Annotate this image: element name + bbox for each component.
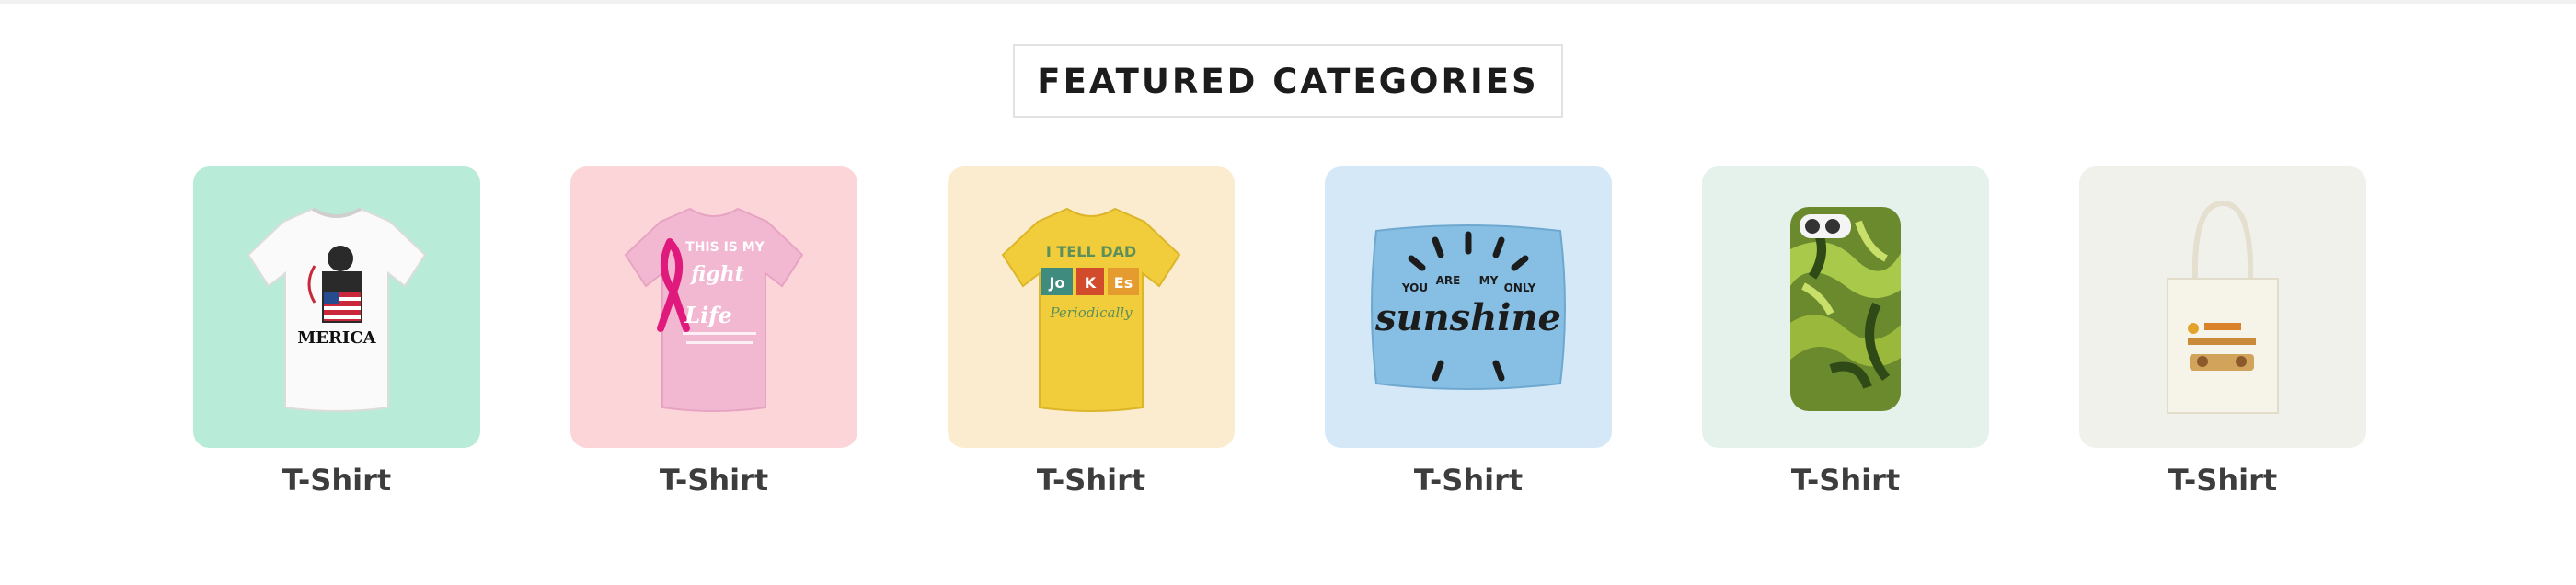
category-label-1: T-Shirt xyxy=(282,463,392,498)
category-image-1[interactable]: MERICA xyxy=(193,166,480,448)
category-image-5[interactable] xyxy=(1702,166,1989,448)
category-card-4[interactable]: YOU ARE MY ONLY sunshine T-Shirt xyxy=(1325,166,1612,498)
category-label-3: T-Shirt xyxy=(1036,463,1146,498)
svg-text:K: K xyxy=(1085,274,1097,292)
svg-text:MY: MY xyxy=(1479,274,1499,287)
category-image-6[interactable] xyxy=(2079,166,2366,448)
category-image-4[interactable]: YOU ARE MY ONLY sunshine xyxy=(1325,166,1612,448)
svg-text:Jo: Jo xyxy=(1049,274,1065,292)
section-title: FEATURED CATEGORIES xyxy=(1037,61,1539,101)
category-image-3[interactable]: I TELL DAD Jo K Es Periodically xyxy=(948,166,1235,448)
category-card-2[interactable]: THIS IS MY fight Life T-Shirt xyxy=(570,166,857,498)
svg-text:THIS IS MY: THIS IS MY xyxy=(685,240,765,255)
category-card-1[interactable]: MERICA T-Shirt xyxy=(193,166,480,498)
svg-text:Periodically: Periodically xyxy=(1049,304,1133,321)
section-heading: FEATURED CATEGORIES xyxy=(1013,44,1563,118)
category-label-2: T-Shirt xyxy=(659,463,769,498)
svg-text:ARE: ARE xyxy=(1436,274,1461,287)
svg-text:I TELL DAD: I TELL DAD xyxy=(1046,243,1136,260)
svg-text:Es: Es xyxy=(1114,274,1133,292)
top-divider xyxy=(0,0,2576,4)
svg-text:ONLY: ONLY xyxy=(1504,281,1536,294)
svg-text:sunshine: sunshine xyxy=(1374,296,1561,339)
category-card-6[interactable]: T-Shirt xyxy=(2079,166,2366,498)
svg-text:Life: Life xyxy=(684,302,732,328)
category-image-2[interactable]: THIS IS MY fight Life xyxy=(570,166,857,448)
category-label-6: T-Shirt xyxy=(2168,463,2278,498)
category-label-5: T-Shirt xyxy=(1790,463,1901,498)
svg-text:MERICA: MERICA xyxy=(297,328,376,348)
category-card-3[interactable]: I TELL DAD Jo K Es Periodically T-Shirt xyxy=(948,166,1235,498)
category-card-5[interactable]: T-Shirt xyxy=(1702,166,1989,498)
svg-text:YOU: YOU xyxy=(1401,281,1428,294)
svg-text:fight: fight xyxy=(689,262,744,286)
category-label-4: T-Shirt xyxy=(1413,463,1524,498)
